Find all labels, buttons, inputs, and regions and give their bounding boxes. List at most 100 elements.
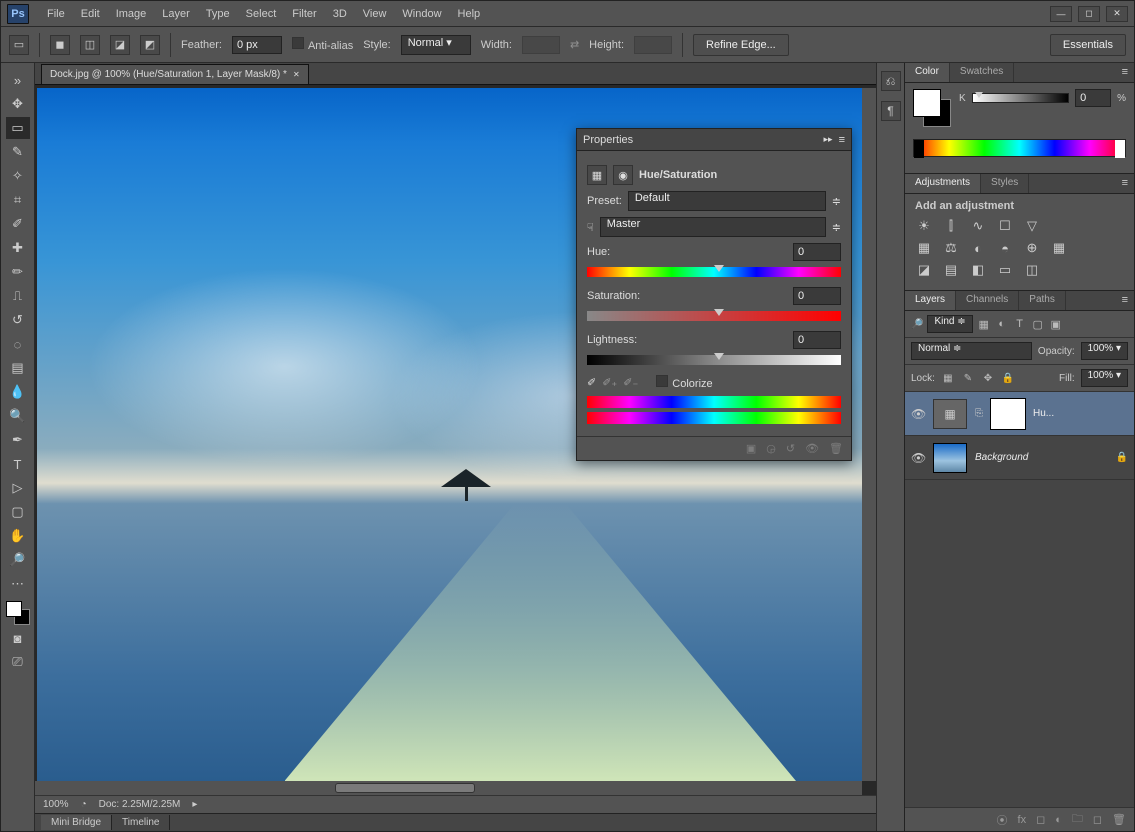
eyedropper-tool-icon[interactable]: ✐ bbox=[6, 213, 30, 235]
dropdown-icon[interactable]: ≑ bbox=[832, 221, 841, 234]
document-tab[interactable]: Dock.jpg @ 100% (Hue/Saturation 1, Layer… bbox=[41, 64, 309, 84]
vertical-scrollbar[interactable] bbox=[862, 88, 876, 781]
marquee-tool-icon[interactable]: ▭ bbox=[6, 117, 30, 139]
tab-channels[interactable]: Channels bbox=[956, 291, 1019, 310]
canvas[interactable]: Properties ▸▸ ≡ ▦ ◉ Hue/Saturation bbox=[37, 88, 862, 781]
delete-layer-icon[interactable]: 🗑 bbox=[1112, 813, 1126, 826]
hue-saturation-icon[interactable]: ▦ bbox=[915, 240, 933, 256]
gradient-tool-icon[interactable]: ▤ bbox=[6, 357, 30, 379]
preset-select[interactable]: Default bbox=[628, 191, 826, 211]
swap-icon[interactable]: ⇄ bbox=[570, 38, 579, 51]
layer-style-icon[interactable]: fx bbox=[1018, 814, 1027, 826]
menu-image[interactable]: Image bbox=[108, 4, 155, 24]
posterize-icon[interactable]: ▤ bbox=[942, 262, 960, 278]
lasso-tool-icon[interactable]: ✎ bbox=[6, 141, 30, 163]
height-input[interactable] bbox=[634, 36, 672, 54]
visibility-toggle-icon[interactable]: 👁 bbox=[911, 451, 925, 465]
new-adjustment-layer-icon[interactable]: ◐ bbox=[1055, 814, 1062, 826]
panel-menu-icon[interactable]: ≡ bbox=[1116, 63, 1134, 82]
gradient-map-icon[interactable]: ▭ bbox=[996, 262, 1014, 278]
link-layers-icon[interactable]: ⦿ bbox=[997, 812, 1008, 828]
collapse-panel-icon[interactable]: ▸▸ bbox=[824, 134, 833, 145]
zoom-level[interactable]: 100% bbox=[43, 799, 69, 810]
menu-select[interactable]: Select bbox=[238, 4, 285, 24]
antialias-checkbox[interactable] bbox=[292, 37, 304, 49]
layer-name[interactable]: Background bbox=[975, 452, 1028, 463]
workspace-essentials-button[interactable]: Essentials bbox=[1050, 34, 1126, 56]
eyedropper-icon[interactable]: ✐ bbox=[587, 376, 596, 389]
blend-mode-select[interactable]: Normal ≑ bbox=[911, 342, 1032, 360]
hue-input[interactable] bbox=[793, 243, 841, 261]
style-select[interactable]: Normal ▾ bbox=[401, 35, 471, 55]
horizontal-scrollbar[interactable] bbox=[35, 781, 862, 795]
visibility-toggle-icon[interactable]: 👁 bbox=[911, 407, 925, 421]
foreground-background-swatches[interactable] bbox=[6, 601, 30, 625]
lock-position-icon[interactable]: ✥ bbox=[981, 373, 995, 384]
channel-select[interactable]: Master bbox=[600, 217, 826, 237]
targeted-adjustment-icon[interactable]: ☟ bbox=[587, 221, 594, 234]
tab-adjustments[interactable]: Adjustments bbox=[905, 174, 981, 193]
selection-add-icon[interactable]: ◫ bbox=[80, 35, 100, 55]
pen-tool-icon[interactable]: ✒ bbox=[6, 429, 30, 451]
adjustment-layer-thumbnail[interactable]: ▦ bbox=[933, 399, 967, 429]
character-panel-icon[interactable]: ¶ bbox=[881, 101, 901, 121]
lock-transparency-icon[interactable]: ▦ bbox=[941, 373, 955, 384]
hand-tool-icon[interactable]: ✋ bbox=[6, 525, 30, 547]
filter-smart-icon[interactable]: ▣ bbox=[1049, 318, 1063, 331]
clip-to-layer-icon[interactable]: ▣ bbox=[746, 442, 756, 455]
clone-stamp-tool-icon[interactable]: ⎍ bbox=[6, 285, 30, 307]
threshold-icon[interactable]: ◧ bbox=[969, 262, 987, 278]
mask-icon[interactable]: ◉ bbox=[613, 165, 633, 185]
tab-swatches[interactable]: Swatches bbox=[950, 63, 1014, 82]
opacity-input[interactable]: 100% ▾ bbox=[1081, 342, 1128, 360]
fg-color-swatch[interactable] bbox=[913, 89, 941, 117]
edit-toolbar-icon[interactable]: ⋯ bbox=[6, 573, 30, 595]
magic-wand-tool-icon[interactable]: ✧ bbox=[6, 165, 30, 187]
shape-tool-icon[interactable]: ▢ bbox=[6, 501, 30, 523]
screen-mode-icon[interactable]: ⎚ bbox=[6, 651, 30, 673]
curves-icon[interactable]: ∿ bbox=[969, 218, 987, 234]
adjustment-icon[interactable]: ▦ bbox=[587, 165, 607, 185]
healing-brush-tool-icon[interactable]: ✚ bbox=[6, 237, 30, 259]
width-input[interactable] bbox=[522, 36, 560, 54]
selection-intersect-icon[interactable]: ◩ bbox=[140, 35, 160, 55]
selection-subtract-icon[interactable]: ◪ bbox=[110, 35, 130, 55]
panel-menu-icon[interactable]: ≡ bbox=[839, 134, 845, 146]
window-close-button[interactable] bbox=[1106, 6, 1128, 22]
brightness-contrast-icon[interactable]: ☀ bbox=[915, 218, 933, 234]
menu-layer[interactable]: Layer bbox=[154, 4, 198, 24]
color-lookup-icon[interactable]: ▦ bbox=[1050, 240, 1068, 256]
eyedropper-add-icon[interactable]: ✐₊ bbox=[602, 376, 617, 389]
status-arrow-icon[interactable]: ▸ bbox=[192, 799, 197, 810]
fill-input[interactable]: 100% ▾ bbox=[1081, 369, 1128, 387]
close-tab-icon[interactable]: ✕ bbox=[293, 70, 300, 79]
window-maximize-button[interactable] bbox=[1078, 6, 1100, 22]
history-panel-icon[interactable]: ⎌ bbox=[881, 71, 901, 91]
layer-mask-thumbnail[interactable] bbox=[991, 399, 1025, 429]
menu-filter[interactable]: Filter bbox=[284, 4, 324, 24]
link-mask-icon[interactable]: ⎘ bbox=[975, 408, 983, 419]
panel-menu-icon[interactable]: ≡ bbox=[1116, 174, 1134, 193]
expand-toolbar-icon[interactable]: » bbox=[6, 69, 30, 91]
lock-all-icon[interactable]: 🔒 bbox=[1001, 373, 1015, 384]
invert-icon[interactable]: ◪ bbox=[915, 262, 933, 278]
crop-tool-icon[interactable]: ⌗ bbox=[6, 189, 30, 211]
vibrance-icon[interactable]: ▽ bbox=[1023, 218, 1041, 234]
scrollbar-thumb[interactable] bbox=[335, 783, 475, 793]
feather-input[interactable] bbox=[232, 36, 282, 54]
menu-3d[interactable]: 3D bbox=[325, 4, 355, 24]
color-balance-icon[interactable]: ⚖ bbox=[942, 240, 960, 256]
quick-mask-icon[interactable]: ◙ bbox=[6, 627, 30, 649]
refine-edge-button[interactable]: Refine Edge... bbox=[693, 34, 789, 56]
k-slider[interactable] bbox=[972, 93, 1069, 103]
tab-mini-bridge[interactable]: Mini Bridge bbox=[41, 815, 112, 830]
tab-paths[interactable]: Paths bbox=[1019, 291, 1066, 310]
selection-new-icon[interactable]: ◼ bbox=[50, 35, 70, 55]
blur-tool-icon[interactable]: 💧 bbox=[6, 381, 30, 403]
tab-color[interactable]: Color bbox=[905, 63, 950, 82]
window-minimize-button[interactable] bbox=[1050, 6, 1072, 22]
layer-filter-kind[interactable]: Kind ≑ bbox=[927, 315, 972, 333]
saturation-slider[interactable] bbox=[587, 311, 841, 323]
menu-help[interactable]: Help bbox=[450, 4, 489, 24]
hue-slider[interactable] bbox=[587, 267, 841, 279]
